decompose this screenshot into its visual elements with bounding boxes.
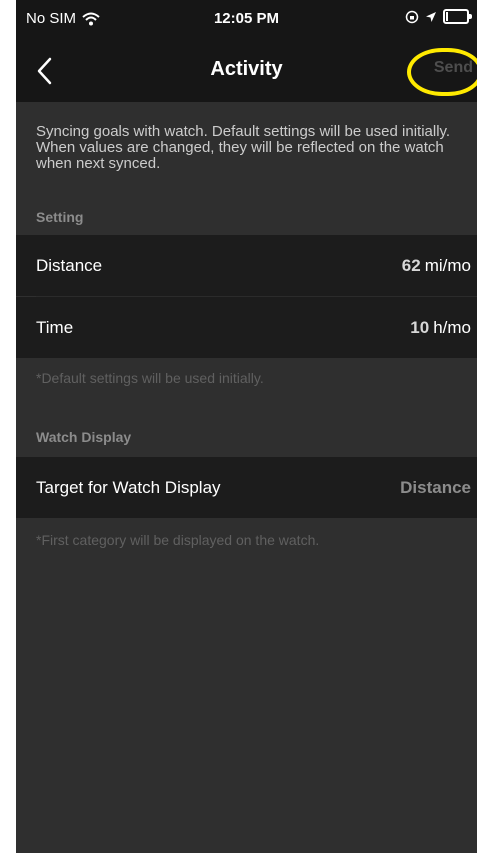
time-number: 10 xyxy=(410,317,430,337)
status-bar: No SIM 12:05 PM xyxy=(16,0,477,40)
watch-display-target-row[interactable]: Target for Watch Display Distance xyxy=(16,457,477,518)
sync-info-text: Syncing goals with watch. Default settin… xyxy=(36,123,451,172)
location-icon xyxy=(426,11,436,22)
watch-display-target-label: Target for Watch Display xyxy=(36,477,221,497)
distance-number: 62 xyxy=(401,255,421,275)
time-value: 10 h/mo xyxy=(410,318,471,338)
distance-value: 62 mi/mo xyxy=(402,256,471,276)
distance-label: Distance xyxy=(36,255,103,275)
distance-row[interactable]: Distance 62 mi/mo xyxy=(16,235,477,296)
app-screen: No SIM 12:05 PM Activity Send Syncing go… xyxy=(16,0,477,853)
default-settings-note: *Default settings will be used initially… xyxy=(36,370,264,386)
navigation-bar: Activity Send xyxy=(16,40,477,102)
time-label: Time xyxy=(36,317,74,337)
battery-icon xyxy=(443,9,472,24)
distance-unit: mi/mo xyxy=(424,255,471,275)
status-right xyxy=(405,9,472,24)
screen-lock-icon xyxy=(405,10,419,23)
watch-display-section-header: Watch Display xyxy=(36,429,132,445)
time-row[interactable]: Time 10 h/mo xyxy=(16,297,477,358)
setting-section-header: Setting xyxy=(36,209,84,225)
time-unit: h/mo xyxy=(433,317,471,337)
watch-display-target-value: Distance xyxy=(400,477,471,497)
watch-display-note: *First category will be displayed on the… xyxy=(36,532,320,548)
highlight-circle xyxy=(407,48,477,96)
